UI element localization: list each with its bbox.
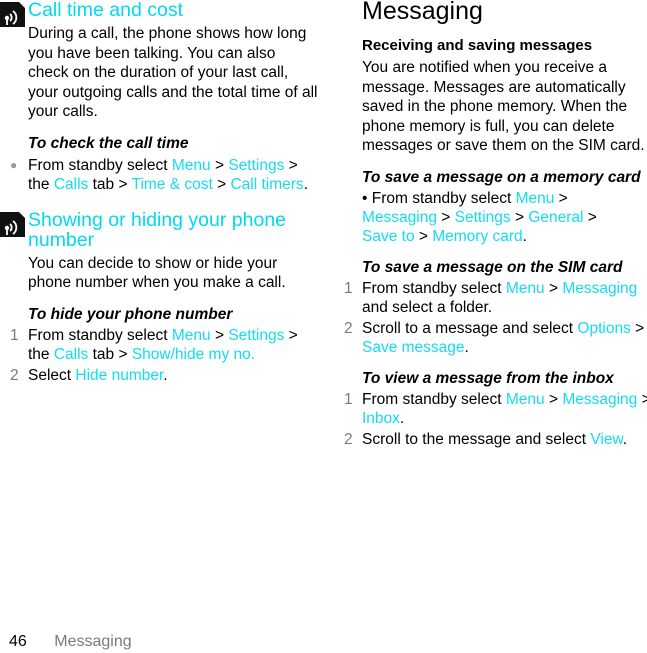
instruction-text: From standby select Menu > Messaging > S…	[362, 190, 597, 245]
step-number: 1	[10, 326, 19, 344]
step-2: 2 Scroll to the message and select View.	[344, 430, 647, 449]
task-title: To hide your phone number	[28, 305, 233, 323]
section-title: Showing or hiding your phone number	[28, 208, 287, 251]
instruction-text: .	[303, 175, 308, 193]
bullet-step: • From standby select Menu > Messaging >…	[362, 189, 612, 246]
menu-path-link: Calls	[53, 345, 89, 363]
menu-path-link: Calls	[53, 175, 89, 193]
menu-path-link: Menu	[171, 326, 211, 344]
section-call-time-and-cost: Call time and cost During a call, the ph…	[0, 0, 330, 194]
step-number: 1	[344, 279, 353, 297]
right-column: Messaging Receiving and saving messages …	[330, 0, 647, 449]
menu-path-link: Settings	[228, 156, 285, 174]
step-number: 2	[10, 366, 19, 384]
instruction-text: .	[399, 409, 405, 427]
menu-path-link: Save message	[362, 338, 465, 356]
step-1: 1 From standby select Menu > Messaging >…	[344, 390, 647, 428]
instruction-text: tab >	[88, 175, 132, 193]
network-service-icon	[0, 2, 25, 27]
instruction-text: From standby select	[28, 156, 172, 174]
menu-path-link: Menu	[505, 390, 545, 408]
instruction-text: From standby select	[28, 326, 172, 344]
instruction-text: From standby select Menu > Settings > th…	[28, 327, 298, 363]
menu-path-link: Hide number	[75, 366, 164, 384]
instruction-text: Scroll to the message and select View.	[362, 431, 627, 448]
section-title: Call time and cost	[28, 0, 183, 21]
bullet-icon: •	[362, 189, 372, 207]
chapter-title: Messaging	[362, 0, 483, 25]
instruction-text: tab >	[88, 345, 132, 363]
instruction-text: >	[436, 208, 455, 226]
step-number: 2	[344, 430, 353, 448]
instruction-text: Scroll to the message and select	[362, 430, 591, 448]
menu-path-link: General	[528, 208, 584, 226]
menu-path-link: Options	[577, 319, 631, 337]
instruction-text: >	[414, 227, 433, 245]
task-title: To save a message on a memory card	[362, 168, 641, 186]
menu-path-link: Messaging	[362, 208, 437, 226]
instruction-text: From standby select	[371, 189, 516, 207]
instruction-text: >	[544, 279, 563, 297]
menu-path-link: Settings	[228, 326, 285, 344]
section-body: During a call, the phone shows how long …	[28, 25, 318, 120]
instruction-text: and select a folder.	[362, 298, 493, 316]
instruction-text: .	[464, 338, 469, 356]
menu-path-link: Menu	[505, 279, 545, 297]
instruction-text: From standby select Menu > Messaging > I…	[362, 391, 647, 427]
task-title: To view a message from the inbox	[362, 369, 614, 387]
step-1: 1 From standby select Menu > Settings > …	[0, 326, 313, 364]
menu-path-link: Show/hide my no.	[131, 345, 256, 363]
step-number: 1	[344, 390, 353, 408]
instruction-text: >	[583, 208, 597, 226]
instruction-text: .	[622, 430, 628, 448]
step-2: 2 Scroll to a message and select Options…	[344, 319, 647, 357]
instruction-text: >	[212, 175, 231, 193]
instruction-text: From standby select	[362, 279, 506, 297]
bullet-icon: ●	[10, 157, 18, 172]
menu-path-link: Menu	[171, 156, 211, 174]
page-footer: 46 Messaging	[9, 633, 132, 651]
step-number: 2	[344, 319, 353, 337]
subheading: Receiving and saving messages	[362, 37, 593, 54]
instruction-text: .	[522, 227, 527, 245]
instruction-text: Select Hide number.	[28, 367, 168, 384]
section-show-hide-number: Showing or hiding your phone number You …	[0, 210, 330, 385]
instruction-text: >	[210, 156, 229, 174]
bullet-step: ● From standby select Menu > Settings > …	[0, 156, 308, 194]
menu-path-link: Menu	[515, 189, 555, 207]
step-1: 1 From standby select Menu > Messaging a…	[344, 279, 647, 317]
menu-path-link: Call timers	[230, 175, 304, 193]
menu-path-link: Inbox	[362, 409, 400, 427]
instruction-text: Scroll to a message and select Options >…	[362, 320, 644, 356]
instruction-text: Select	[28, 366, 76, 384]
instruction-text: From standby select	[362, 390, 506, 408]
step-2: 2 Select Hide number.	[0, 366, 313, 385]
network-service-icon	[0, 211, 25, 237]
section-body: You are notified when you receive a mess…	[362, 59, 645, 154]
instruction-text: From standby select Menu > Settings > th…	[28, 157, 308, 193]
footer-section-title: Messaging	[54, 633, 132, 650]
section-body: You can decide to show or hide your phon…	[28, 254, 286, 292]
menu-path-link: Settings	[454, 208, 511, 226]
menu-path-link: Messaging	[562, 279, 638, 297]
instruction-text: >	[554, 189, 568, 207]
instruction-text: >	[641, 390, 647, 408]
instruction-text: Scroll to a message and select	[362, 319, 578, 337]
menu-path-link: View	[590, 430, 623, 448]
menu-path-link: Save to	[362, 227, 415, 245]
task-title: To check the call time	[28, 134, 189, 152]
left-column: Call time and cost During a call, the ph…	[0, 0, 330, 385]
instruction-text: >	[630, 319, 645, 337]
menu-path-link: Memory card	[432, 227, 523, 245]
page-number: 46	[9, 633, 27, 650]
instruction-text: >	[544, 390, 563, 408]
instruction-text: From standby select Menu > Messaging and…	[362, 280, 637, 316]
menu-path-link: Time & cost	[131, 175, 213, 193]
menu-path-link: Messaging	[562, 390, 638, 408]
instruction-text: .	[163, 366, 168, 384]
instruction-text: >	[210, 326, 229, 344]
instruction-text: >	[510, 208, 529, 226]
task-title: To save a message on the SIM card	[362, 258, 623, 276]
